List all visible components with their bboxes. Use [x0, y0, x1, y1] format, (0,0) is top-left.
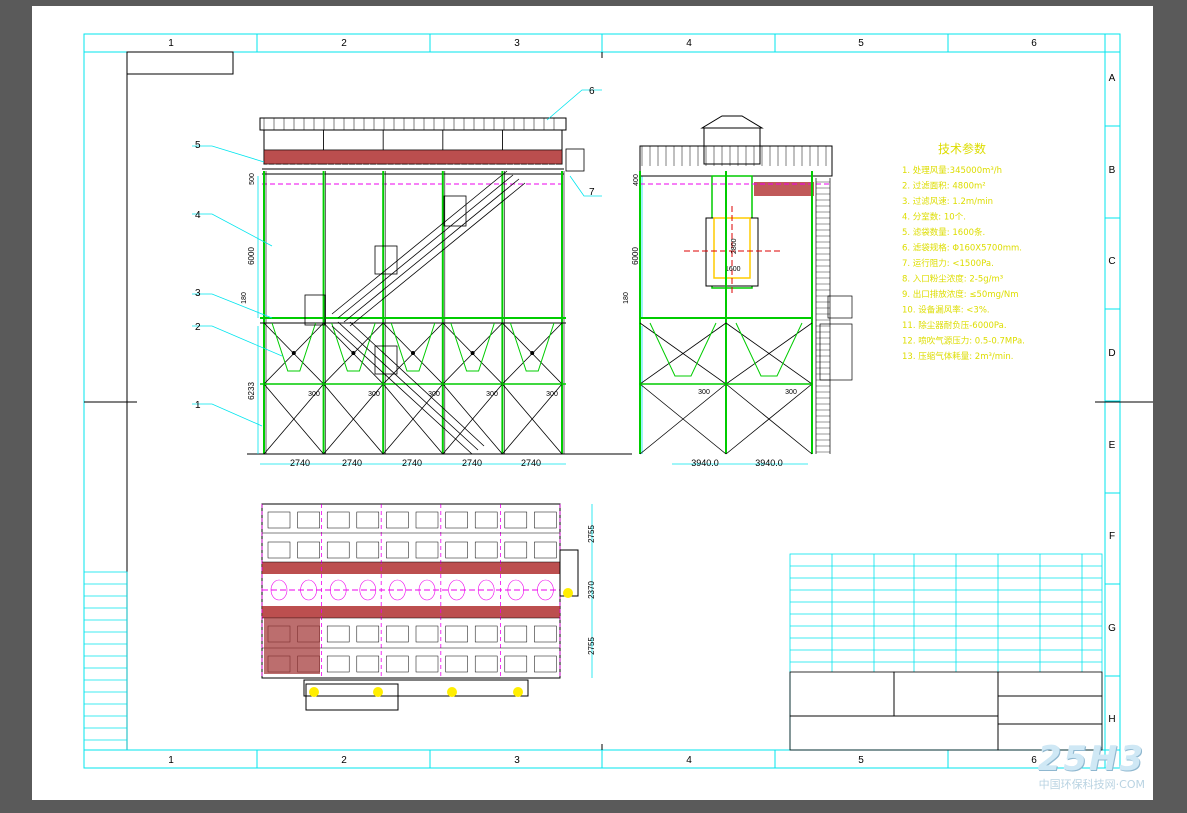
dim-300-side-a: 300 [698, 389, 710, 396]
tech-params: 技术参数 1. 处理风量:345000m³/h 2. 过滤面积: 4800m² 3.… [902, 141, 1025, 362]
watermark-logo: 25H3 [1037, 739, 1145, 779]
tech-param-line: 1. 处理风量:345000m³/h [902, 165, 1002, 176]
dim-2370: 2370 [587, 581, 596, 599]
tech-param-line: 6. 滤袋规格: Φ160X5700mm. [902, 243, 1022, 254]
dim-2755-top: 2755 [587, 525, 596, 543]
dim-front-5: 2740 [521, 458, 541, 468]
tech-param-line: 9. 出口排放浓度: ≤50mg/Nm [902, 289, 1019, 300]
bag-header-band [263, 149, 563, 165]
dim-1600: 1600 [725, 266, 741, 273]
dim-front-2: 2740 [342, 458, 362, 468]
grid-col-label: 1 [168, 755, 174, 766]
dim-300-side-b: 300 [785, 389, 797, 396]
grid-row-label: B [1109, 165, 1116, 176]
cad-drawing: 1 1 2 2 3 3 4 4 5 5 6 6 A B C D E F G H 2740 2740 2740 2740… [83, 33, 1153, 769]
dims-front [257, 176, 643, 465]
dim-300-a: 300 [308, 391, 320, 398]
grid-row-label: D [1108, 348, 1115, 359]
grid-col-label: 5 [858, 38, 864, 49]
tech-param-line: 5. 滤袋数量: 1600条. [902, 227, 985, 238]
grid-row-label: E [1109, 440, 1116, 451]
callout-1: 1 [195, 400, 201, 411]
grid-col-label: 4 [686, 38, 692, 49]
front-elevation: 2740 2740 2740 2740 2740 6000 6233 500 1… [192, 86, 643, 468]
tech-param-line: 11. 除尘器耐负压-6000Pa. [902, 320, 1007, 331]
grid-col-label: 6 [1031, 38, 1037, 49]
watermark-sub: 中国环保科技网·COM [1038, 778, 1145, 791]
callout-7: 7 [589, 187, 595, 198]
dim-front-4: 2740 [462, 458, 482, 468]
grid-row-label: G [1108, 623, 1116, 634]
grid-col-label: 2 [341, 755, 347, 766]
grid-col-label: 1 [168, 38, 174, 49]
title-block [789, 553, 1103, 751]
tech-param-line: 10. 设备漏风率: <3%. [902, 305, 990, 316]
dim-front-1: 2740 [290, 458, 310, 468]
corner-box [126, 51, 234, 75]
grid-col-label: 5 [858, 755, 864, 766]
grid-col-label: 6 [1031, 755, 1037, 766]
tech-param-line: 7. 运行阻力: <1500Pa. [902, 258, 994, 269]
callout-2: 2 [195, 322, 201, 333]
watermark: 25H3 中国环保科技网·COM [1038, 742, 1145, 792]
tech-param-line: 8. 入口粉尘浓度: 2-5g/m³ [902, 274, 1003, 285]
dim-400: 400 [633, 174, 640, 186]
dim-6000-side: 6000 [631, 247, 640, 265]
dim-500: 500 [249, 173, 256, 185]
grid-row-label: C [1108, 256, 1115, 267]
dim-180-front: 180 [241, 292, 248, 304]
revision-table [83, 571, 128, 751]
tech-param-line: 12. 喷吹气源压力: 0.5-0.7MPa. [902, 336, 1025, 347]
dim-2800: 2800 [731, 238, 738, 254]
callout-6: 6 [589, 86, 595, 97]
side-elevation: 1600 2800 3940.0 3940.0 6000 400 180 300 [623, 115, 853, 468]
dim-300-c: 300 [428, 391, 440, 398]
grid-col-label: 2 [341, 38, 347, 49]
dim-6000-front: 6000 [247, 247, 256, 265]
dim-side-1: 3940.0 [691, 458, 719, 468]
dim-front-3: 2740 [402, 458, 422, 468]
grid-row-label: H [1108, 714, 1115, 725]
grid-col-label: 4 [686, 755, 692, 766]
tech-param-line: 4. 分室数: 10个. [902, 212, 966, 223]
grid-col-label: 3 [514, 755, 520, 766]
dim-300-d: 300 [486, 391, 498, 398]
tech-title: 技术参数 [938, 141, 986, 156]
plan-view: 2755 2370 2755 [261, 503, 596, 711]
dim-180-side: 180 [623, 292, 630, 304]
dim-2755-bottom: 2755 [587, 637, 596, 655]
grid-row-label: A [1109, 73, 1116, 84]
grid-row-label: F [1109, 531, 1115, 542]
tech-param-line: 2. 过滤面积: 4800m² [902, 181, 986, 192]
drawing-sheet: 1 1 2 2 3 3 4 4 5 5 6 6 A B C D E F G H 2740 2740 2740 2740… [32, 6, 1153, 800]
callout-3: 3 [195, 288, 201, 299]
dim-6233: 6233 [247, 382, 256, 400]
grid-col-label: 3 [514, 38, 520, 49]
dim-300-b: 300 [368, 391, 380, 398]
dim-300-e: 300 [546, 391, 558, 398]
tech-param-line: 3. 过滤风速: 1.2m/min [902, 196, 993, 207]
callout-5: 5 [195, 140, 201, 151]
callout-4: 4 [195, 210, 201, 221]
dim-side-2: 3940.0 [755, 458, 783, 468]
tech-param-line: 13. 压缩气体耗量: 2m³/min. [902, 351, 1013, 362]
